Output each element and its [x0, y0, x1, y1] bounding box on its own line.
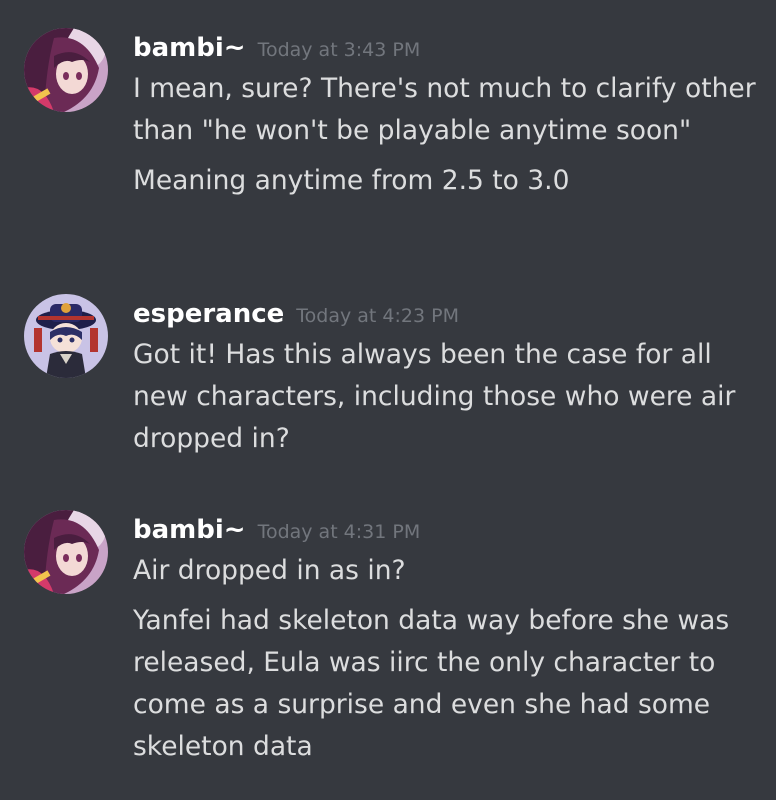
message-header: esperance Today at 4:23 PM — [133, 294, 763, 334]
message-text: Air dropped in as in? — [133, 555, 406, 586]
message-header: bambi~ Today at 3:43 PM — [133, 28, 763, 68]
message-text: Meaning anytime from 2.5 to 3.0 — [133, 165, 570, 196]
message-content: esperance Today at 4:23 PM Got it! Has th… — [133, 294, 763, 460]
message-content: bambi~ Today at 3:43 PM I mean, sure? The… — [133, 28, 763, 202]
timestamp: Today at 4:31 PM — [257, 521, 421, 543]
chibi-hat-avatar-icon[interactable] — [24, 294, 108, 378]
message-text: Yanfei had skeleton data way before she … — [133, 605, 730, 762]
chat-messages: bambi~ Today at 3:43 PM I mean, sure? The… — [0, 0, 776, 800]
anime-girl-avatar-icon[interactable] — [24, 28, 108, 112]
username[interactable]: bambi~ — [133, 33, 246, 63]
anime-girl-avatar-icon[interactable] — [24, 510, 108, 594]
message-header: bambi~ Today at 4:31 PM — [133, 510, 763, 550]
message-text: Got it! Has this always been the case fo… — [133, 339, 736, 454]
message-text: I mean, sure? There's not much to clarif… — [133, 73, 756, 146]
message-content: bambi~ Today at 4:31 PM Air dropped in as… — [133, 510, 763, 768]
timestamp: Today at 3:43 PM — [257, 39, 421, 61]
username[interactable]: esperance — [133, 299, 284, 329]
timestamp: Today at 4:23 PM — [296, 305, 459, 327]
username[interactable]: bambi~ — [133, 515, 246, 545]
